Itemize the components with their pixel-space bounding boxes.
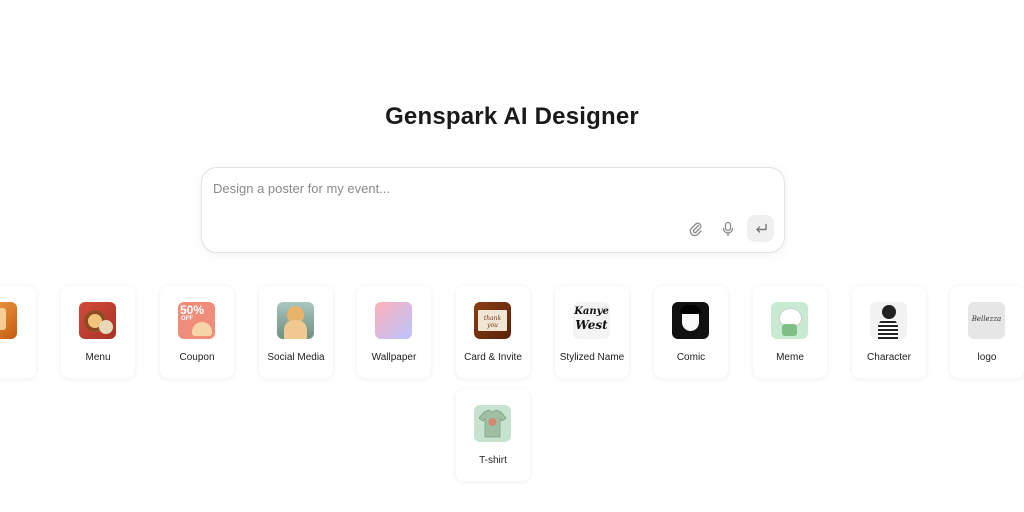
category-label: Stylized Name xyxy=(559,352,625,363)
category-card-comic[interactable]: Comic xyxy=(654,286,728,378)
coupon-thumb-subtext: OFF xyxy=(181,316,193,322)
category-card-stylized-name[interactable]: Kanye West Stylized Name xyxy=(555,286,629,378)
comic-thumbnail xyxy=(672,302,709,339)
category-label: Wallpaper xyxy=(371,352,417,363)
coupon-thumb-text: 50% xyxy=(180,303,205,317)
wallpaper-thumbnail xyxy=(375,302,412,339)
menu-thumbnail xyxy=(79,302,116,339)
category-label: T-shirt xyxy=(479,455,507,466)
category-label: Comic xyxy=(676,352,706,363)
send-button[interactable] xyxy=(747,215,774,242)
prompt-toolbar xyxy=(683,215,774,242)
stylized-thumb-text-1: Kanye xyxy=(574,306,609,317)
microphone-button[interactable] xyxy=(715,216,741,242)
stylized-name-thumbnail: Kanye West xyxy=(573,302,610,339)
enter-arrow-icon xyxy=(755,223,767,233)
paperclip-icon xyxy=(689,222,702,236)
category-card-card-invite[interactable]: thank you Card & Invite xyxy=(456,286,530,378)
category-card-wallpaper[interactable]: Wallpaper xyxy=(357,286,431,378)
stylized-thumb-text-2: West xyxy=(575,318,608,332)
logo-thumb-text: Bellezza xyxy=(971,315,1002,323)
meme-thumbnail xyxy=(771,302,808,339)
category-card-meme[interactable]: Meme xyxy=(753,286,827,378)
prompt-box xyxy=(201,167,785,253)
microphone-icon xyxy=(722,221,734,236)
designer-page: Genspark AI Designer Design a poster for… xyxy=(0,0,1024,512)
logo-thumbnail: Bellezza xyxy=(968,302,1005,339)
category-label: Social Media xyxy=(267,352,325,363)
category-card-social-media[interactable]: Social Media xyxy=(259,286,333,378)
category-card-product[interactable]: duct xyxy=(0,286,36,378)
category-card-logo[interactable]: Bellezza logo xyxy=(950,286,1024,378)
category-label: Character xyxy=(867,352,911,363)
product-thumbnail xyxy=(0,302,17,339)
category-label: Card & Invite xyxy=(464,352,522,363)
card-thumb-text: thank you xyxy=(483,315,502,329)
category-label: Meme xyxy=(776,352,804,363)
social-media-thumbnail xyxy=(277,302,314,339)
page-title: Genspark AI Designer xyxy=(385,103,639,130)
category-card-coupon[interactable]: 50% OFF Coupon xyxy=(160,286,234,378)
coupon-thumbnail: 50% OFF xyxy=(178,302,215,339)
tshirt-icon xyxy=(478,409,507,438)
category-label: Coupon xyxy=(179,352,215,363)
category-grid: duct Menu 50% OFF Coupon Social xyxy=(0,286,1024,378)
category-card-character[interactable]: Character xyxy=(852,286,926,378)
category-card-menu[interactable]: Menu xyxy=(61,286,135,378)
category-label: Menu xyxy=(85,352,111,363)
prompt-input[interactable] xyxy=(211,176,775,200)
category-card-tshirt[interactable]: T-shirt xyxy=(456,389,530,481)
tshirt-thumbnail xyxy=(474,405,511,442)
card-invite-thumbnail: thank you xyxy=(474,302,511,339)
category-label: logo xyxy=(977,352,997,363)
attach-button[interactable] xyxy=(683,216,709,242)
character-thumbnail xyxy=(870,302,907,339)
